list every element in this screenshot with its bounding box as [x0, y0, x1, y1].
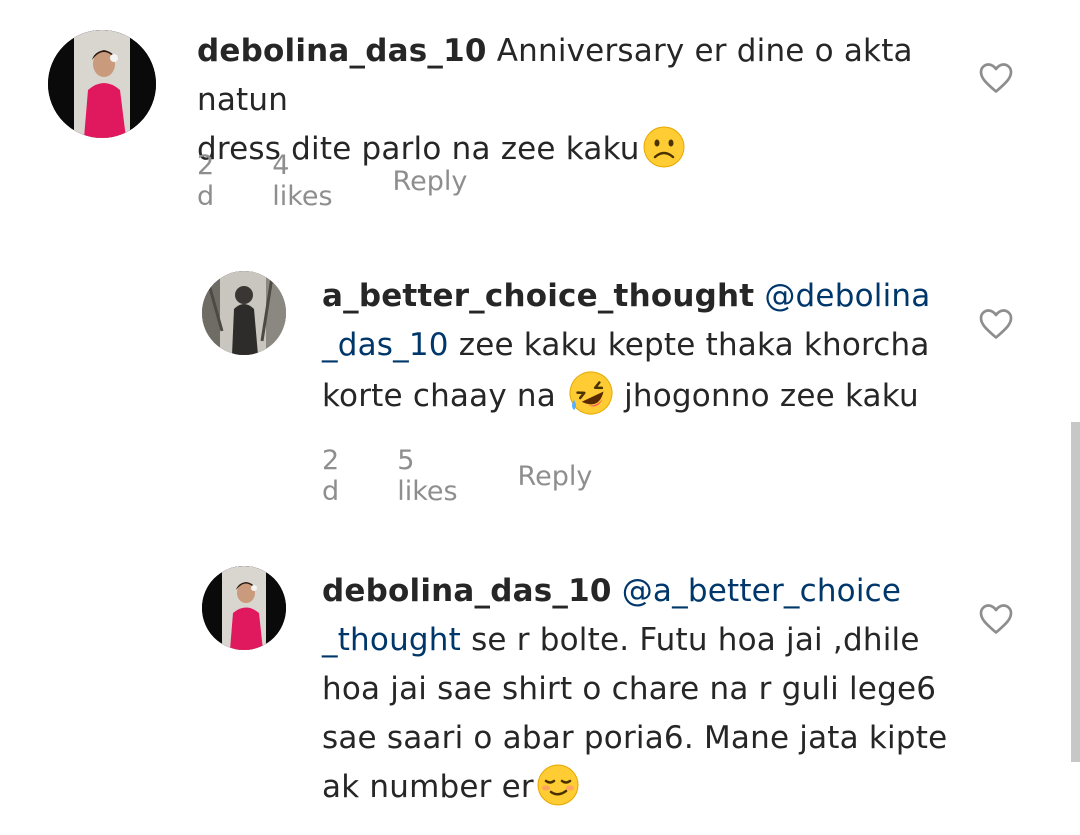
comment-time: 2 d — [322, 445, 340, 507]
heart-icon[interactable] — [978, 60, 1014, 96]
comment-time: 2 d — [197, 150, 215, 212]
sad-face-emoji — [642, 125, 686, 169]
comment-text: debolina_das_10 @a_better_choice _though… — [322, 567, 962, 812]
scrollbar[interactable] — [1071, 422, 1080, 762]
avatar[interactable] — [202, 271, 286, 355]
comment-body: korte chaay na — [322, 378, 556, 414]
reply-button[interactable]: Reply — [518, 461, 593, 492]
comment-username[interactable]: debolina_das_10 — [322, 573, 612, 609]
comment-likes[interactable]: 5 likes — [397, 445, 457, 507]
comment-likes[interactable]: 4 likes — [272, 150, 332, 212]
comment-body: jhogonno zee kaku — [624, 378, 919, 414]
comment-meta: 2 d 4 likes Reply — [197, 150, 467, 212]
comment-meta: 2 d 5 likes Reply — [322, 445, 592, 507]
smirk-emoji — [536, 763, 580, 807]
heart-icon[interactable] — [978, 306, 1014, 342]
comment-body: ak number er — [322, 769, 534, 805]
comment-body: sae saari o abar poria6. Mane jata kipte — [322, 720, 948, 756]
mention-link[interactable]: @a_better_choice — [622, 573, 901, 609]
comment-username[interactable]: debolina_das_10 — [197, 33, 487, 69]
comment-text: a_better_choice_thought @debolina _das_1… — [322, 272, 962, 421]
comment-username[interactable]: a_better_choice_thought — [322, 278, 754, 314]
mention-link[interactable]: @debolina — [764, 278, 930, 314]
avatar[interactable] — [202, 566, 286, 650]
reply-button[interactable]: Reply — [393, 166, 468, 197]
rolling-laughing-emoji — [568, 370, 614, 416]
mention-link[interactable]: _das_10 — [322, 327, 449, 363]
avatar[interactable] — [48, 30, 156, 138]
comment-body: zee kaku kepte thaka khorcha — [458, 327, 930, 363]
comment-body: se r bolte. Futu hoa jai ,dhile — [471, 622, 920, 658]
mention-link[interactable]: _thought — [322, 622, 461, 658]
comment-body: hoa jai sae shirt o chare na r guli lege… — [322, 671, 937, 707]
heart-icon[interactable] — [978, 601, 1014, 637]
